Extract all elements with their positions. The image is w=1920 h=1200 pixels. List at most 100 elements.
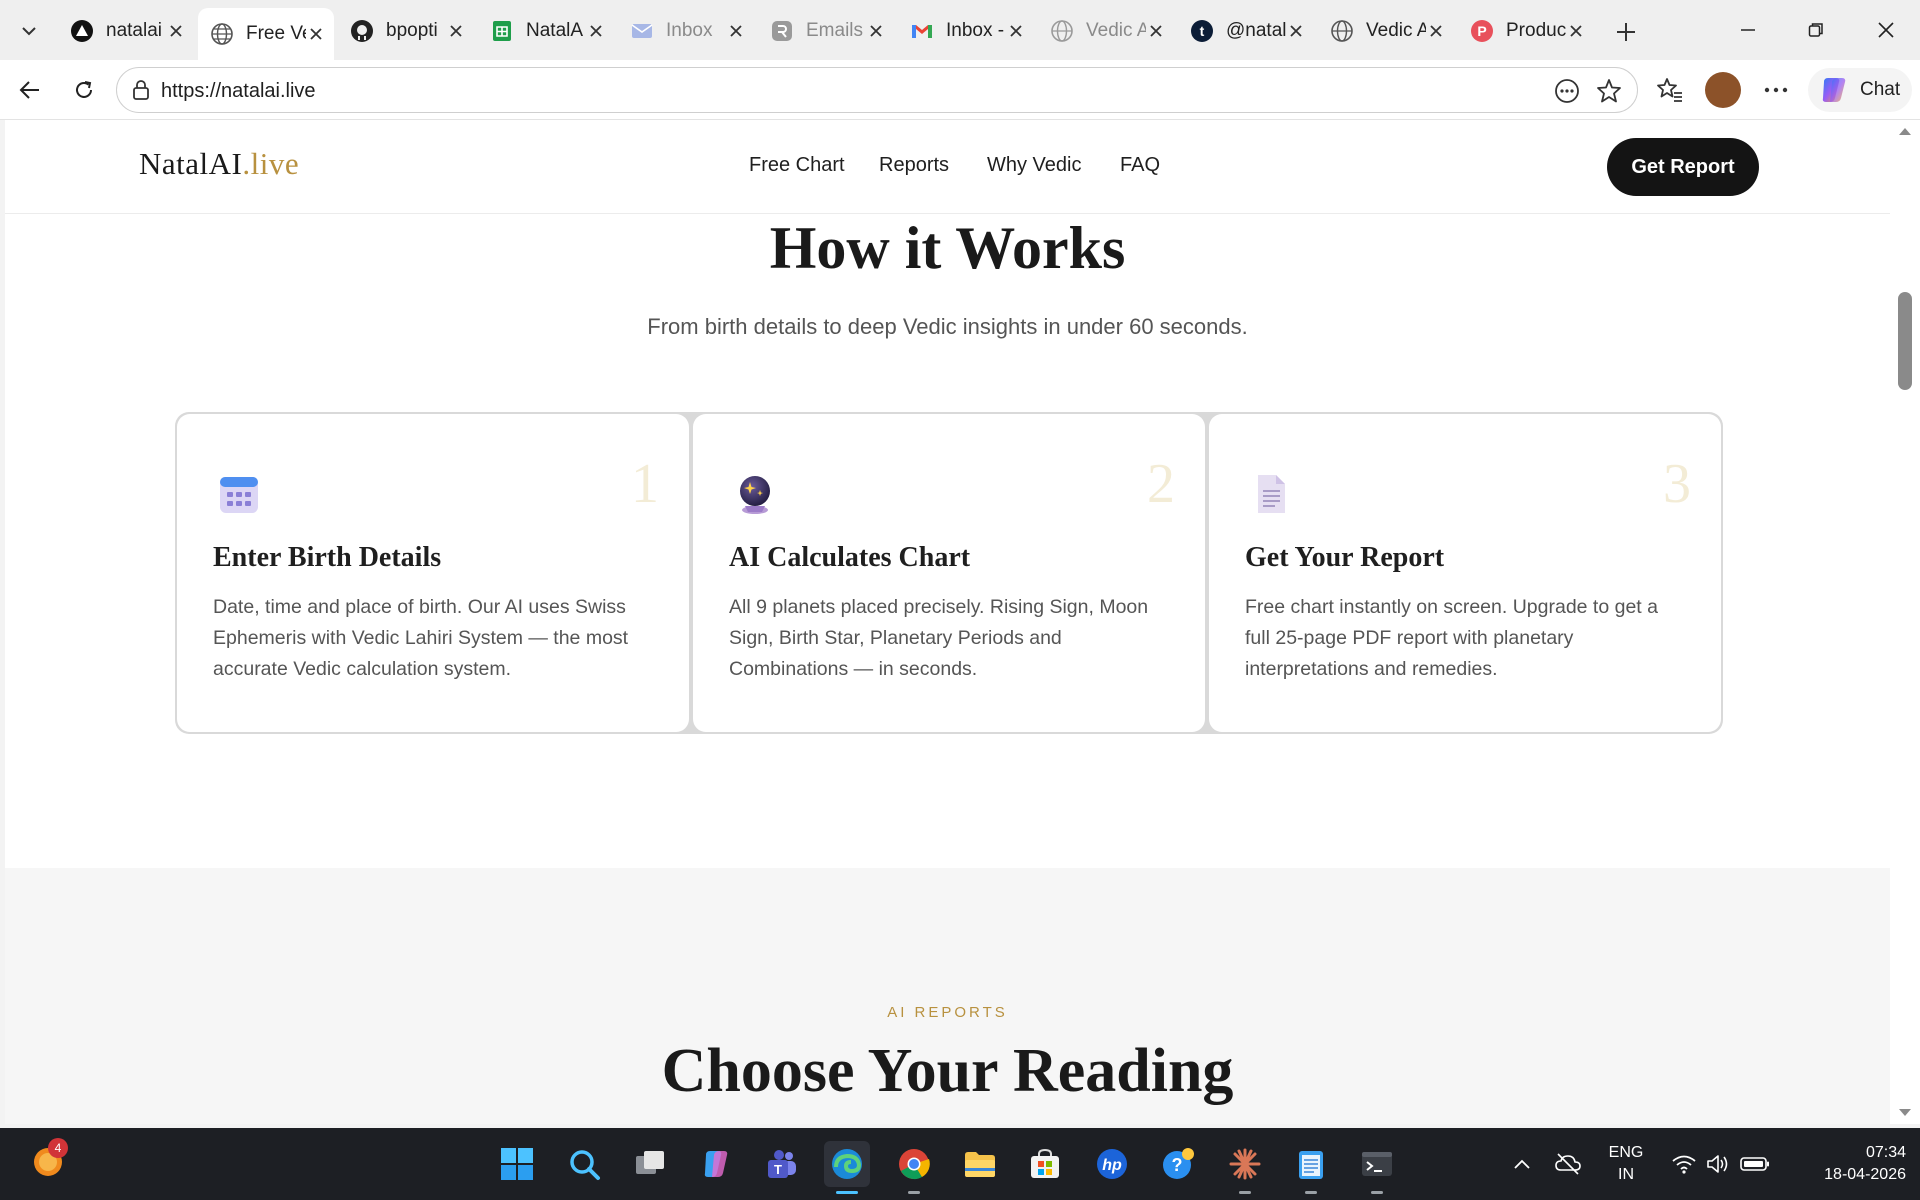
help-icon: ?: [1163, 1148, 1194, 1179]
browser-tab[interactable]: NatalA: [478, 10, 614, 52]
crystal-ball-icon: [733, 472, 777, 516]
close-icon[interactable]: [306, 24, 326, 44]
get-help-app-button[interactable]: ?: [1155, 1141, 1201, 1187]
close-icon[interactable]: [1146, 21, 1166, 41]
terminal-app-button[interactable]: [1354, 1141, 1400, 1194]
close-icon[interactable]: [586, 21, 606, 41]
clock-date: 18-04-2026: [1824, 1166, 1906, 1183]
back-button[interactable]: [12, 72, 48, 108]
nav-link-free-chart[interactable]: Free Chart: [749, 154, 845, 177]
folder-icon: [965, 1152, 995, 1177]
edge-app-button[interactable]: [824, 1141, 870, 1194]
start-button[interactable]: [494, 1141, 540, 1187]
show-hidden-icons-button[interactable]: [1508, 1128, 1536, 1200]
new-tab-button[interactable]: [1608, 14, 1644, 50]
close-icon[interactable]: [1006, 21, 1026, 41]
scrollbar-thumb[interactable]: [1898, 292, 1912, 390]
browser-tab[interactable]: Vedic A: [1318, 10, 1454, 52]
close-icon[interactable]: [726, 21, 746, 41]
input-language-indicator[interactable]: ENG IN: [1604, 1142, 1648, 1186]
browser-tab[interactable]: Inbox: [618, 10, 754, 52]
onedrive-status-button[interactable]: [1552, 1128, 1584, 1200]
globe-icon: [1050, 19, 1074, 43]
nav-link-why-vedic[interactable]: Why Vedic: [987, 154, 1081, 177]
reading-mode-icon[interactable]: [1553, 77, 1581, 110]
restore-button[interactable]: [1794, 10, 1838, 50]
more-menu-button[interactable]: [1758, 72, 1794, 108]
close-icon[interactable]: [1426, 21, 1446, 41]
tab-actions-menu-button[interactable]: [6, 10, 52, 52]
search-button[interactable]: [561, 1141, 607, 1187]
store-app-button[interactable]: [1022, 1141, 1068, 1187]
search-icon: [570, 1150, 600, 1180]
running-indicator: [908, 1191, 920, 1194]
browser-tab[interactable]: Vedic A: [1038, 10, 1174, 52]
copilot-chat-button[interactable]: Chat: [1808, 68, 1912, 112]
favorite-star-icon[interactable]: [1595, 77, 1623, 110]
refresh-button[interactable]: [66, 72, 102, 108]
page-scrollbar[interactable]: [1890, 120, 1920, 1124]
teams-app-button[interactable]: T: [758, 1141, 804, 1187]
tab-label: Inbox -: [946, 20, 1005, 41]
file-explorer-button[interactable]: [957, 1141, 1003, 1187]
address-url[interactable]: https://natalai.live: [161, 80, 316, 103]
system-clock[interactable]: 07:34 18-04-2026: [1788, 1142, 1906, 1186]
notepad-icon: [1299, 1151, 1323, 1179]
address-bar[interactable]: https://natalai.live: [116, 67, 1638, 113]
browser-tab[interactable]: t @natal: [1178, 10, 1314, 52]
battery-status[interactable]: [1738, 1128, 1772, 1200]
browser-tab[interactable]: bpopti: [338, 10, 474, 52]
teams-icon: T: [768, 1150, 796, 1178]
browser-tab[interactable]: natalai: [58, 10, 194, 52]
wifi-status[interactable]: [1668, 1128, 1700, 1200]
tab-label: NatalA: [526, 20, 584, 41]
reports-eyebrow-label: AI REPORTS: [887, 1004, 1008, 1021]
close-icon[interactable]: [166, 21, 186, 41]
copilot-app-button[interactable]: [693, 1141, 739, 1187]
browser-tab[interactable]: Emails: [758, 10, 894, 52]
claude-app-button[interactable]: [1222, 1141, 1268, 1194]
close-icon[interactable]: [1286, 21, 1306, 41]
close-icon[interactable]: [1566, 21, 1586, 41]
copilot-icon: [704, 1151, 728, 1177]
wifi-icon: [1672, 1155, 1696, 1174]
tab-label: @natal: [1226, 20, 1286, 41]
scroll-up-icon: [1899, 128, 1911, 135]
how-it-works-subtitle: From birth details to deep Vedic insight…: [647, 314, 1248, 339]
close-icon[interactable]: [446, 21, 466, 41]
notification-badge: 4: [48, 1138, 68, 1158]
logo-main: NatalAI: [139, 146, 243, 181]
browser-tab[interactable]: P Produc: [1458, 10, 1594, 52]
task-view-button[interactable]: [627, 1141, 673, 1187]
volume-status[interactable]: [1702, 1128, 1734, 1200]
chrome-app-button[interactable]: [891, 1141, 937, 1194]
producthunt-icon: P: [1470, 19, 1494, 43]
step-description: Date, time and place of birth. Our AI us…: [213, 596, 629, 680]
lock-icon[interactable]: [131, 79, 151, 106]
browser-tab-active[interactable]: Free Ve: [198, 8, 334, 60]
browser-tab-strip: natalai Free Ve bpopti NatalA Inbox Emai…: [0, 0, 1920, 60]
profile-avatar[interactable]: [1705, 72, 1741, 108]
browser-tab[interactable]: Inbox -: [898, 10, 1034, 52]
notepad-app-button[interactable]: [1288, 1141, 1334, 1194]
tab-label: Inbox: [666, 20, 713, 41]
running-indicator: [1239, 1191, 1251, 1194]
globe-icon: [1330, 19, 1354, 43]
clock-time: 07:34: [1865, 1144, 1906, 1161]
widgets-button[interactable]: 4: [30, 1138, 68, 1183]
minimize-button[interactable]: [1726, 10, 1770, 50]
nav-link-reports[interactable]: Reports: [879, 154, 949, 177]
close-window-button[interactable]: [1864, 10, 1908, 50]
site-logo[interactable]: NatalAI.live: [139, 146, 299, 182]
svg-text:hp: hp: [1102, 1157, 1122, 1174]
scroll-down-icon: [1899, 1109, 1911, 1116]
favorites-button[interactable]: [1652, 72, 1688, 108]
document-icon: [1249, 472, 1293, 516]
hp-app-button[interactable]: hp: [1089, 1141, 1135, 1187]
restore-icon: [1808, 23, 1823, 37]
cloud-off-icon: [1555, 1153, 1581, 1175]
tab-label: Free Ve: [246, 23, 306, 44]
get-report-button[interactable]: Get Report: [1607, 138, 1759, 196]
nav-link-faq[interactable]: FAQ: [1120, 154, 1160, 177]
close-icon[interactable]: [866, 21, 886, 41]
